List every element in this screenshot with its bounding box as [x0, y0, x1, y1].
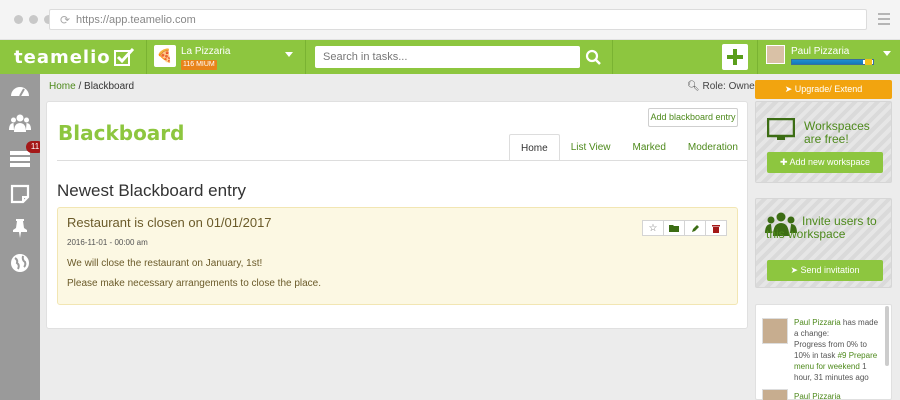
tab-marked[interactable]: Marked — [622, 134, 677, 161]
user-progress-bar — [791, 59, 874, 65]
section-title: Newest Blackboard entry — [57, 181, 246, 200]
invite-promo: Invite users to this workspace ➤ Send in… — [755, 198, 892, 288]
user-name: Paul Pizzaria — [791, 46, 850, 57]
key-icon: 🔍︎ — [687, 81, 700, 92]
search-input[interactable] — [315, 46, 580, 68]
browser-chrome: ⟳ https://app.teamelio.com — [0, 0, 900, 40]
breadcrumb: Home / Blackboard — [49, 81, 134, 92]
rocket-icon: ➤ — [784, 84, 793, 94]
upgrade-button[interactable]: ➤ Upgrade/ Extend — [755, 80, 892, 99]
tab-divider — [57, 160, 747, 161]
breadcrumb-home-link[interactable]: Home — [49, 81, 76, 92]
entry-text-line: We will close the restaurant on January,… — [67, 258, 263, 269]
avatar — [762, 389, 788, 400]
workspace-promo-title: Workspaces are free! — [804, 119, 870, 146]
logo-check-icon — [114, 48, 134, 66]
note-icon[interactable] — [9, 183, 31, 205]
search-icon[interactable] — [582, 46, 604, 68]
entry-date: 2016-11-01 - 00:00 am — [67, 238, 148, 247]
divider — [612, 40, 613, 74]
activity-user[interactable]: Paul Pizzaria — [794, 392, 841, 400]
reload-icon[interactable]: ⟳ — [60, 13, 70, 27]
user-menu[interactable]: Paul Pizzaria — [766, 44, 896, 70]
edit-icon[interactable] — [684, 220, 706, 236]
activity-item: Paul Pizzaria has made a change: Progres… — [794, 317, 884, 383]
upgrade-label: Upgrade/ Extend — [794, 84, 863, 94]
activity-field: Progress — [794, 340, 827, 349]
url-text[interactable]: https://app.teamelio.com — [76, 14, 196, 26]
send-invitation-button[interactable]: ➤ Send invitation — [767, 260, 883, 281]
minimize-window-icon[interactable] — [29, 15, 38, 24]
role-indicator: 🔍︎ Role: Owner — [687, 81, 758, 92]
close-window-icon[interactable] — [14, 15, 23, 24]
window-controls — [14, 15, 53, 24]
activity-item: Paul Pizzaria — [794, 391, 884, 400]
activity-feed: Paul Pizzaria has made a change: Progres… — [755, 304, 892, 400]
role-label: Role: Owner — [702, 81, 759, 92]
add-workspace-button[interactable]: ✚ Add new workspace — [767, 152, 883, 173]
entry-text-line: Please make necessary arrangements to cl… — [67, 278, 322, 289]
monitor-icon — [767, 118, 795, 140]
organization-logo-icon: 🍕 — [154, 45, 176, 67]
entry-title: Restaurant is closen on 01/01/2017 — [67, 215, 272, 230]
star-icon[interactable]: ☆ — [642, 220, 664, 236]
add-blackboard-entry-button[interactable]: Add blackboard entry — [648, 108, 738, 127]
folder-icon[interactable] — [663, 220, 685, 236]
globe-icon[interactable] — [9, 252, 31, 274]
left-navigation: 11 — [0, 74, 44, 400]
organization-plan-badge: 116 MIUM — [181, 60, 217, 70]
divider — [146, 40, 147, 74]
avatar — [766, 45, 785, 64]
user-progress-marker — [865, 59, 872, 65]
chevron-down-icon — [285, 52, 293, 57]
invite-promo-title: Invite users to this workspace — [766, 214, 877, 241]
activity-user[interactable]: Paul Pizzaria — [794, 318, 841, 327]
activity-scrollbar[interactable] — [885, 306, 889, 366]
add-workspace-label: Add new workspace — [789, 157, 871, 167]
breadcrumb-current: Blackboard — [84, 81, 135, 92]
tab-moderation[interactable]: Moderation — [677, 134, 749, 161]
page-title: Blackboard — [58, 121, 185, 145]
tab-list-view[interactable]: List View — [560, 134, 622, 161]
user-progress-fill — [792, 60, 864, 64]
workspace-promo: Workspaces are free! ✚ Add new workspace — [755, 101, 892, 183]
delete-icon[interactable] — [705, 220, 727, 236]
divider — [305, 40, 306, 74]
paper-plane-icon: ➤ — [790, 265, 798, 275]
breadcrumb-separator: / — [75, 81, 85, 92]
add-button[interactable] — [722, 44, 748, 70]
plus-icon: ✚ — [779, 157, 788, 167]
app-logo[interactable]: teamelio — [14, 49, 111, 67]
entry-actions: ☆ — [642, 220, 727, 236]
tab-bar: Home List View Marked Moderation — [509, 134, 749, 161]
tab-home[interactable]: Home — [509, 134, 560, 161]
browser-menu-icon[interactable] — [878, 13, 890, 28]
avatar — [762, 318, 788, 344]
chevron-down-icon — [883, 51, 891, 56]
pin-icon[interactable] — [9, 217, 31, 239]
app-topbar: teamelio 🍕 La Pizzaria 116 MIUM Paul Piz… — [0, 40, 900, 74]
users-icon[interactable] — [9, 112, 31, 134]
dashboard-icon[interactable] — [9, 80, 31, 102]
organization-selector[interactable]: 🍕 La Pizzaria 116 MIUM — [154, 45, 299, 70]
address-bar[interactable]: ⟳ https://app.teamelio.com — [49, 9, 867, 30]
send-invitation-label: Send invitation — [800, 265, 860, 275]
divider — [757, 40, 758, 74]
organization-name: La Pizzaria — [181, 46, 231, 57]
